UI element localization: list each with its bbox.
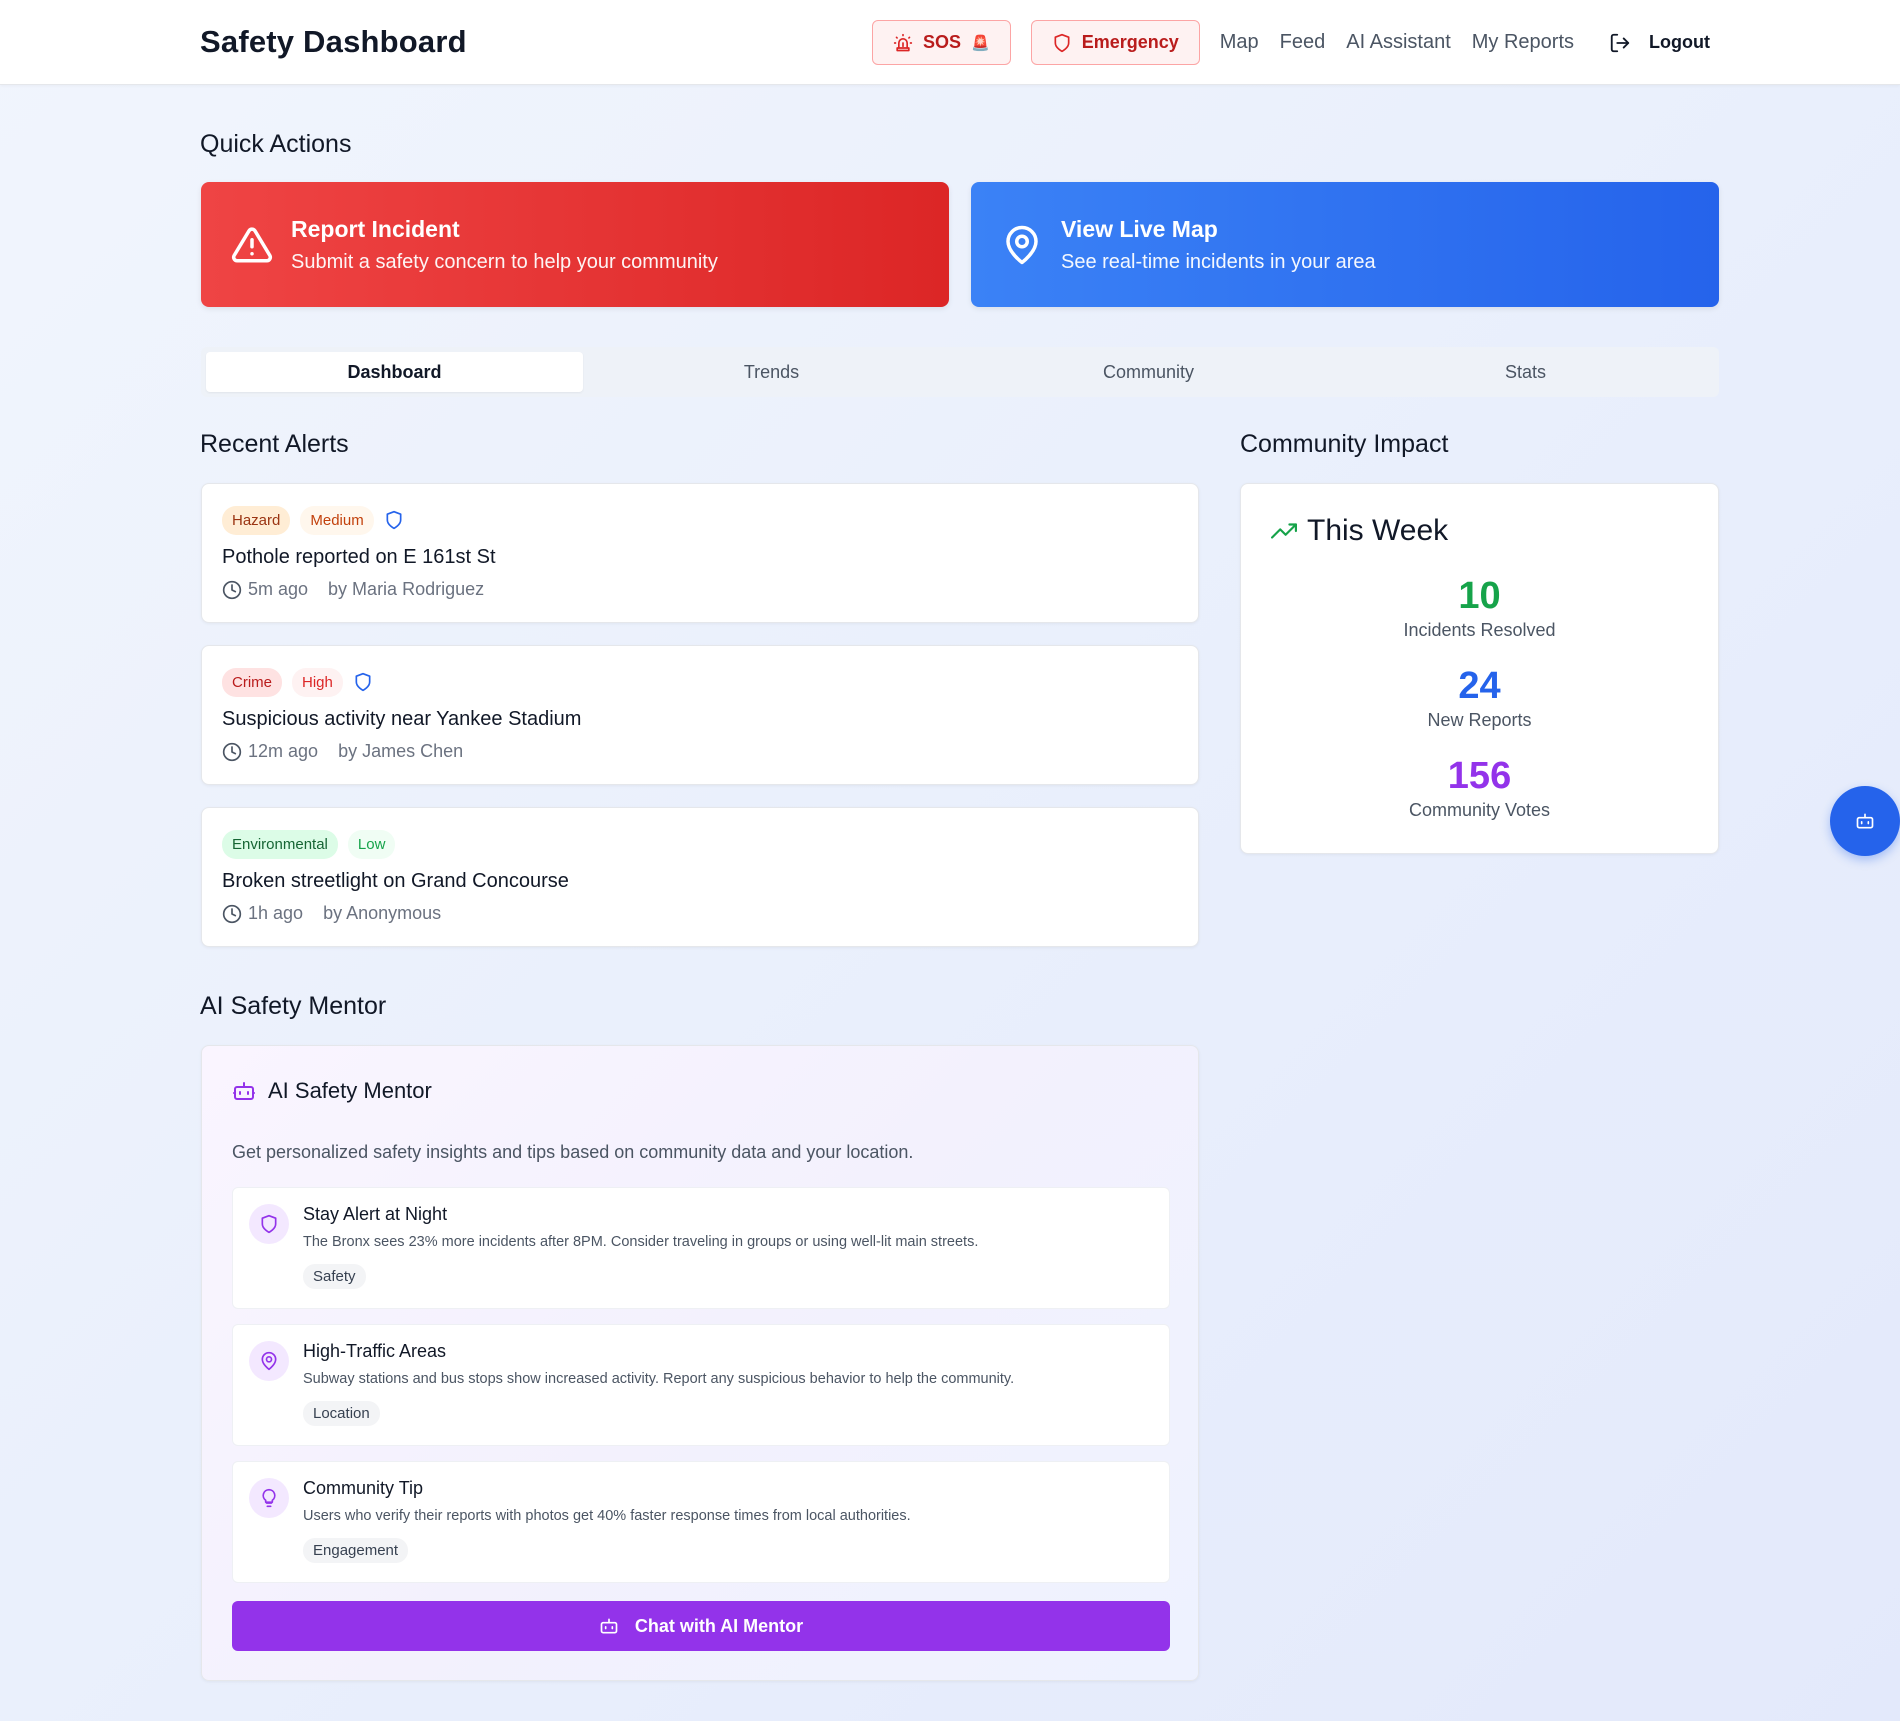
tip-text: Subway stations and bus stops show incre… <box>303 1371 1015 1387</box>
recent-alerts-heading: Recent Alerts <box>200 430 349 458</box>
tip-icon-wrap <box>249 1478 289 1518</box>
stat-new-reports: 24 New Reports <box>1241 665 1718 731</box>
shield-icon <box>261 1214 277 1234</box>
ai-mentor-title: AI Safety Mentor <box>268 1078 432 1103</box>
community-impact-heading: Community Impact <box>1240 430 1449 458</box>
dashboard-tabs: Dashboard Trends Community Stats <box>201 347 1719 397</box>
verified-shield-icon <box>355 672 371 692</box>
nav-link-ai-assistant[interactable]: AI Assistant <box>1346 31 1451 54</box>
tip-card: Stay Alert at Night The Bronx sees 23% m… <box>232 1187 1170 1309</box>
tab-community[interactable]: Community <box>960 352 1337 392</box>
stat-community-votes: 156 Community Votes <box>1241 755 1718 821</box>
category-badge: Hazard <box>222 505 291 535</box>
chat-with-ai-mentor-button[interactable]: Chat with AI Mentor <box>232 1601 1170 1651</box>
alert-time: 12m ago <box>248 741 319 761</box>
tip-title: High-Traffic Areas <box>303 1341 447 1361</box>
tab-dashboard[interactable]: Dashboard <box>206 352 583 392</box>
report-incident-title: Report Incident <box>291 215 460 242</box>
impact-title: This Week <box>1307 514 1449 547</box>
tip-text: Users who verify their reports with phot… <box>303 1508 911 1524</box>
alert-author: by Anonymous <box>323 903 442 923</box>
stat-value: 24 <box>1458 665 1501 707</box>
bot-icon <box>1856 813 1874 829</box>
emergency-label: Emergency <box>1081 32 1179 52</box>
view-live-map-subtitle: See real-time incidents in your area <box>1061 250 1376 273</box>
alert-time: 1h ago <box>248 903 304 923</box>
stat-label: New Reports <box>1427 709 1532 730</box>
sos-label: SOS <box>923 32 962 52</box>
map-pin-icon <box>261 1351 277 1371</box>
alert-title: Pothole reported on E 161st St <box>222 546 496 568</box>
tip-tag: Engagement <box>303 1538 409 1563</box>
stat-label: Community Votes <box>1408 799 1551 820</box>
severity-badge: Medium <box>300 505 374 535</box>
severity-badge: Low <box>347 829 396 859</box>
clock-icon <box>222 742 242 761</box>
community-impact-card: This Week 10 Incidents Resolved 24 New R… <box>1240 483 1719 854</box>
logout-button[interactable]: Logout <box>1609 32 1710 54</box>
category-badge: Environmental <box>222 829 338 859</box>
tab-stats[interactable]: Stats <box>1337 352 1714 392</box>
tip-tag: Safety <box>303 1264 366 1289</box>
stat-label: Incidents Resolved <box>1403 619 1556 640</box>
alert-time: 5m ago <box>248 579 309 599</box>
map-pin-icon <box>1006 225 1038 264</box>
alert-meta: 5m ago by Maria Rodriguez <box>222 579 1178 600</box>
alert-meta: 1h ago by Anonymous <box>222 903 1178 924</box>
alert-title: Broken streetlight on Grand Concourse <box>222 870 569 892</box>
logout-label: Logout <box>1649 32 1710 52</box>
quick-actions-heading: Quick Actions <box>200 130 352 158</box>
tip-icon-wrap <box>249 1204 289 1244</box>
ai-assistant-fab[interactable] <box>1830 786 1900 856</box>
emergency-button[interactable]: Emergency <box>1030 20 1200 65</box>
stat-value: 156 <box>1447 755 1512 797</box>
shield-icon <box>1054 33 1070 52</box>
tip-card: High-Traffic Areas Subway stations and b… <box>232 1324 1170 1446</box>
lightbulb-icon <box>262 1488 276 1508</box>
header-nav: SOS 🚨 Emergency Map Feed AI Assistant My… <box>872 20 1710 65</box>
nav-link-map[interactable]: Map <box>1220 31 1259 54</box>
siren-emoji: 🚨 <box>971 34 990 52</box>
tip-icon-wrap <box>249 1341 289 1381</box>
tip-card: Community Tip Users who verify their rep… <box>232 1461 1170 1583</box>
ai-mentor-heading: AI Safety Mentor <box>200 992 387 1020</box>
ai-mentor-description: Get personalized safety insights and tip… <box>232 1142 914 1162</box>
top-navigation-bar: Safety Dashboard SOS 🚨 Emergency Map Fee… <box>0 0 1900 85</box>
report-incident-subtitle: Submit a safety concern to help your com… <box>291 250 718 273</box>
tip-title: Stay Alert at Night <box>303 1204 448 1224</box>
bot-icon <box>600 1618 618 1634</box>
alert-title: Suspicious activity near Yankee Stadium <box>222 708 582 730</box>
stat-value: 10 <box>1458 575 1501 617</box>
view-live-map-card[interactable]: View Live Map See real-time incidents in… <box>971 182 1719 307</box>
trending-up-icon <box>1271 523 1297 539</box>
logout-icon <box>1610 33 1630 52</box>
clock-icon <box>222 580 242 599</box>
alert-card[interactable]: Environmental Low Broken streetlight on … <box>201 807 1199 947</box>
alert-card[interactable]: Crime High Suspicious activity near Yank… <box>201 645 1199 785</box>
siren-icon <box>893 33 913 51</box>
bot-icon <box>233 1082 255 1100</box>
ai-mentor-card: AI Safety Mentor Get personalized safety… <box>201 1045 1199 1681</box>
alert-card[interactable]: Hazard Medium Pothole reported on E 161s… <box>201 483 1199 623</box>
clock-icon <box>222 904 242 923</box>
app-title: Safety Dashboard <box>200 24 467 59</box>
verified-shield-icon <box>386 510 402 530</box>
tip-title: Community Tip <box>303 1478 424 1498</box>
sos-button[interactable]: SOS 🚨 <box>872 20 1011 65</box>
chat-button-label: Chat with AI Mentor <box>634 1615 804 1636</box>
stat-incidents-resolved: 10 Incidents Resolved <box>1241 575 1718 641</box>
category-badge: Crime <box>222 667 282 697</box>
alert-meta: 12m ago by James Chen <box>222 741 1178 762</box>
alert-author: by Maria Rodriguez <box>328 579 485 599</box>
nav-link-feed[interactable]: Feed <box>1280 31 1326 54</box>
tip-text: The Bronx sees 23% more incidents after … <box>303 1234 979 1250</box>
tab-trends[interactable]: Trends <box>583 352 960 392</box>
severity-badge: High <box>292 667 343 697</box>
nav-link-my-reports[interactable]: My Reports <box>1472 31 1574 54</box>
alert-triangle-icon <box>231 226 273 262</box>
alert-author: by James Chen <box>338 741 464 761</box>
view-live-map-title: View Live Map <box>1061 215 1218 242</box>
tip-tag: Location <box>303 1401 380 1426</box>
report-incident-card[interactable]: Report Incident Submit a safety concern … <box>201 182 949 307</box>
